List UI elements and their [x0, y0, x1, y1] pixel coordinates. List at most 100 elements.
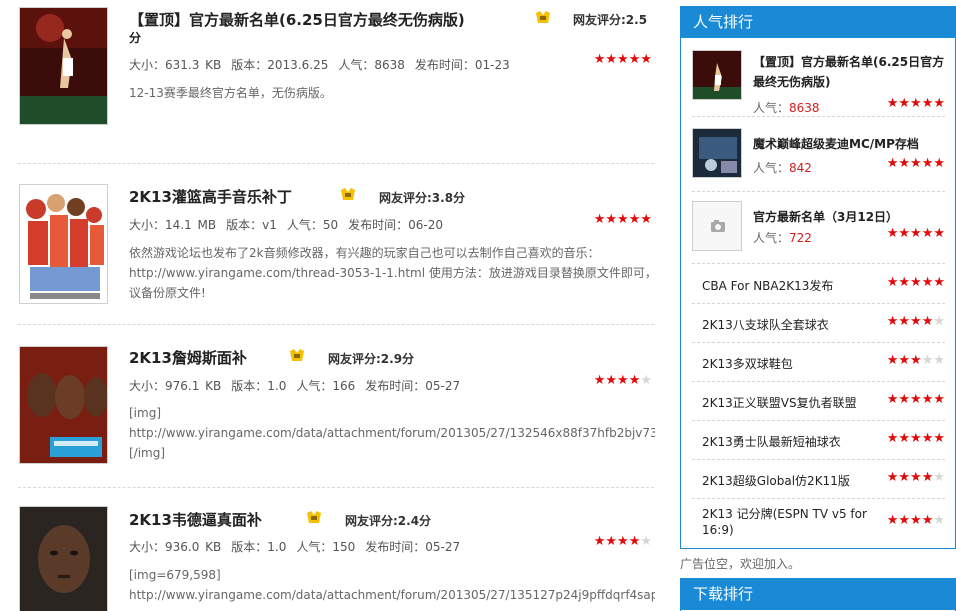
camera-icon	[693, 202, 741, 250]
ranking-title[interactable]: 2K13勇士队最新短袖球衣	[702, 433, 841, 450]
star-icon: ★	[910, 275, 922, 290]
star-icon: ★	[886, 513, 899, 528]
pop-value: 842	[789, 161, 812, 175]
ranking-title[interactable]: 2K13超级Global仿2K11版	[702, 472, 850, 489]
resource-thumbnail[interactable]	[19, 7, 108, 125]
ranking-title[interactable]: CBA For NBA2K13发布	[702, 277, 833, 294]
popularity: 人气：8638	[338, 58, 405, 72]
vip-badge-icon	[536, 11, 550, 23]
star-icon: ★	[640, 534, 652, 549]
star-rating: ★★★★★	[594, 212, 652, 227]
star-icon: ★	[921, 275, 934, 290]
desc-line: [img=679,598]	[129, 568, 221, 582]
ranking-title[interactable]: 2K13八支球队全套球衣	[702, 316, 829, 333]
vip-badge-icon	[341, 188, 355, 200]
star-rating: ★★★★★	[887, 96, 945, 111]
star-rating: ★★★★★	[594, 373, 652, 388]
star-icon: ★	[910, 156, 922, 171]
desc-line: 12-13赛季最终官方名单，无伤病版。	[129, 86, 332, 100]
star-icon: ★	[910, 314, 922, 329]
ranking-item[interactable]: 2K13正义联盟VS复仇者联盟 ★★★★★	[692, 382, 945, 421]
resource-thumbnail[interactable]	[19, 184, 108, 304]
popular-ranking-panel: 人气排行 【置顶】官方最新名单(6.25日官方最终无伤病版) 人气：8638 ★…	[680, 6, 956, 549]
resource-meta: 大小：936.0 KB 版本：1.0 人气：150 发布时间：05-27	[129, 538, 470, 555]
star-icon: ★	[933, 226, 945, 241]
desc-line: 依然游戏论坛也发布了2k音频修改器，有兴趣的玩家自己也可以去制作自己喜欢的音乐：	[129, 246, 600, 260]
ad-placeholder-text[interactable]: 广告位空，欢迎加入。	[680, 555, 800, 572]
ranking-title[interactable]: 2K13正义联盟VS复仇者联盟	[702, 394, 857, 411]
resource-title[interactable]: 【置顶】官方最新名单(6.25日官方最终无伤病版)	[129, 9, 465, 30]
star-icon: ★	[933, 96, 945, 111]
size: 大小：14.1 MB	[129, 218, 217, 232]
star-icon: ★	[617, 212, 629, 227]
star-icon: ★	[910, 226, 922, 241]
resource-title-wrap: 分	[129, 31, 142, 45]
star-icon: ★	[640, 212, 652, 227]
star-icon: ★	[886, 226, 899, 241]
star-icon: ★	[921, 470, 934, 485]
star-icon: ★	[898, 156, 911, 171]
ranking-item[interactable]: 2K13多双球鞋包 ★★★★★	[692, 343, 945, 382]
featured-title[interactable]: 【置顶】官方最新名单(6.25日官方最终无伤病版)	[753, 52, 948, 92]
version: 版本：1.0	[231, 540, 287, 554]
star-icon: ★	[628, 212, 641, 227]
resource-item: 2K13灌篮高手音乐补丁 网友评分:3.8分 大小：14.1 MB 版本：v1 人气…	[18, 164, 655, 325]
star-rating: ★★★★★	[887, 431, 945, 446]
resource-thumbnail[interactable]	[19, 506, 108, 611]
featured-thumbnail[interactable]	[692, 201, 742, 251]
resource-item: 2K13詹姆斯面补 网友评分:2.9分 大小：976.1 KB 版本：1.0 人气：…	[18, 325, 655, 488]
ranking-item[interactable]: 2K13超级Global仿2K11版 ★★★★★	[692, 460, 945, 499]
featured-item[interactable]: 魔术巅峰超级麦迪MC/MP存档 人气：842 ★★★★★	[692, 128, 945, 192]
star-icon: ★	[886, 96, 899, 111]
resource-title[interactable]: 2K13詹姆斯面补	[129, 347, 247, 368]
star-icon: ★	[910, 392, 922, 407]
star-icon: ★	[628, 373, 641, 388]
star-icon: ★	[921, 431, 934, 446]
ranking-title[interactable]: 2K13多双球鞋包	[702, 355, 793, 372]
ranking-title[interactable]: 2K13 记分牌(ESPN TV v5 for 16:9)	[702, 506, 872, 538]
star-icon: ★	[886, 392, 899, 407]
download-ranking-panel: 下载排行	[680, 578, 956, 611]
star-icon: ★	[921, 314, 934, 329]
desc-line: http://www.yirangame.com/data/attachment…	[129, 426, 655, 440]
featured-title[interactable]: 官方最新名单（3月12日）	[753, 207, 948, 227]
ranking-item[interactable]: 2K13勇士队最新短袖球衣 ★★★★★	[692, 421, 945, 460]
featured-item[interactable]: 【置顶】官方最新名单(6.25日官方最终无伤病版) 人气：8638 ★★★★★	[692, 50, 945, 117]
star-icon: ★	[898, 431, 911, 446]
featured-thumbnail[interactable]	[692, 50, 742, 100]
vip-badge-icon	[307, 511, 321, 523]
resource-title[interactable]: 2K13韦德逼真面补	[129, 509, 262, 530]
star-icon: ★	[593, 534, 606, 549]
star-icon: ★	[921, 96, 934, 111]
ranking-item[interactable]: CBA For NBA2K13发布 ★★★★★	[692, 265, 945, 304]
star-icon: ★	[910, 470, 922, 485]
pop-label: 人气：	[753, 101, 790, 115]
desc-line: [img]	[129, 406, 162, 420]
featured-title[interactable]: 魔术巅峰超级麦迪MC/MP存档	[753, 134, 948, 154]
popularity: 人气：166	[296, 379, 356, 393]
star-rating: ★★★★★	[887, 275, 945, 290]
star-rating: ★★★★★	[887, 156, 945, 171]
ranking-item[interactable]: 2K13八支球队全套球衣 ★★★★★	[692, 304, 945, 343]
panel-title: 人气排行	[681, 7, 955, 38]
date: 发布时间：05-27	[365, 540, 461, 554]
star-icon: ★	[933, 513, 945, 528]
featured-thumbnail[interactable]	[692, 128, 742, 178]
resource-title[interactable]: 2K13灌篮高手音乐补丁	[129, 186, 292, 207]
star-icon: ★	[933, 156, 945, 171]
size: 大小：976.1 KB	[129, 379, 222, 393]
featured-item[interactable]: 官方最新名单（3月12日） 人气：722 ★★★★★	[692, 201, 945, 264]
star-icon: ★	[605, 212, 618, 227]
date: 发布时间：05-27	[365, 379, 461, 393]
ranking-item[interactable]: 2K13 记分牌(ESPN TV v5 for 16:9) ★★★★★	[692, 499, 945, 549]
star-icon: ★	[886, 275, 899, 290]
star-icon: ★	[921, 392, 934, 407]
rating-label: 网友评分:2.9分	[328, 352, 415, 366]
resource-thumbnail[interactable]	[19, 346, 108, 464]
resource-desc: [img=679,598] http://www.yirangame.com/d…	[129, 565, 655, 605]
star-icon: ★	[640, 52, 652, 67]
star-icon: ★	[593, 212, 606, 227]
resource-meta: 大小：631.3 KB 版本：2013.6.25 人气：8638 发布时间：01-23	[129, 56, 520, 73]
star-icon: ★	[898, 96, 911, 111]
rating-label: 网友评分:3.8分	[379, 191, 466, 205]
